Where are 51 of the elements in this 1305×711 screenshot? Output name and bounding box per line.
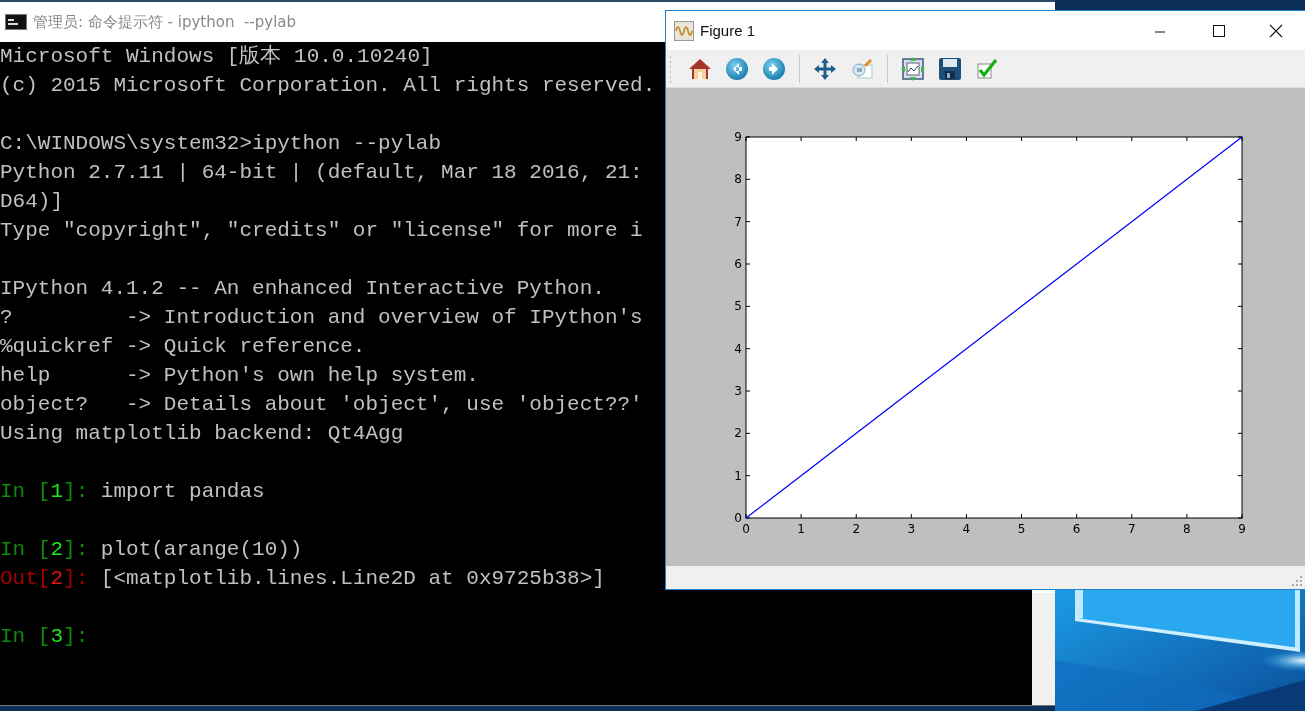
toolbar-grip-icon[interactable] — [669, 53, 672, 84]
console-line: Type "copyright", "credits" or "license" for more i — [0, 218, 643, 244]
tick-label: 2 — [852, 522, 861, 536]
wave-icon — [674, 20, 694, 41]
tick-label: 6 — [734, 257, 742, 271]
tick-label: 8 — [1183, 522, 1191, 536]
console-line: %quickref -> Quick reference. — [0, 334, 366, 360]
console-line: C:\WINDOWS\system32>ipython --pylab — [0, 131, 442, 157]
tick-label: 8 — [734, 172, 742, 187]
tick-label: 3 — [907, 522, 916, 536]
tick-label: 0 — [742, 522, 750, 536]
tick-label: 2 — [734, 426, 742, 441]
window-title: 管理员: 命令提示符 - ipython --pylab — [33, 12, 297, 32]
console-line: In [3]: — [0, 624, 89, 650]
console-line: In [1]: import pandas — [0, 479, 265, 505]
window-title: Figure 1 — [700, 22, 756, 39]
tick-label: 1 — [797, 522, 805, 536]
tick-label: 4 — [962, 522, 971, 536]
console-line: D64)] — [0, 189, 63, 215]
move-icon[interactable] — [813, 56, 837, 81]
home-icon[interactable] — [688, 56, 712, 81]
tick-label: 1 — [734, 468, 742, 483]
tick-label: 0 — [734, 511, 742, 525]
tick-label: 4 — [734, 341, 742, 356]
arrow-left-icon[interactable] — [725, 56, 749, 81]
console-line: Microsoft Windows [版本 10.0.10240] — [0, 43, 433, 70]
tick-label: 7 — [734, 214, 742, 229]
resize-grip-icon[interactable] — [1292, 576, 1302, 586]
magnifier-icon[interactable] — [850, 56, 874, 81]
console-line: object? -> Details about 'object', use 'object??' — [0, 392, 643, 418]
tick-label: 5 — [734, 299, 742, 314]
console-line: In [2]: plot(arange(10)) — [0, 537, 303, 563]
scrollbar-track[interactable] — [1032, 593, 1055, 705]
tick-label: 9 — [1238, 522, 1246, 536]
checkmark-icon[interactable] — [975, 56, 999, 81]
console-line: ? -> Introduction and overview of IPython's — [0, 305, 643, 331]
tick-label: 3 — [734, 384, 742, 398]
console-line: help -> Python's own help system. — [0, 363, 479, 389]
console-line: (c) 2015 Microsoft Corporation. All rights reserved. — [0, 73, 656, 99]
arrow-right-icon[interactable] — [762, 56, 786, 81]
console-line: Python 2.7.11 | 64-bit | (default, Mar 18 2016, 21: — [0, 160, 643, 186]
tick-label: 6 — [1072, 522, 1081, 536]
tick-label: 5 — [1017, 522, 1026, 536]
tick-label: 7 — [1127, 522, 1136, 536]
tick-label: 9 — [734, 130, 742, 144]
save-icon[interactable] — [938, 56, 962, 81]
frame-arrows-icon[interactable] — [901, 56, 925, 81]
console-line: Using matplotlib backend: Qt4Agg — [0, 421, 404, 447]
console-line: Out[2]: [<matplotlib.lines.Line2D at 0x9725b38>] — [0, 566, 605, 592]
console-line: IPython 4.1.2 -- An enhanced Interactive Python. — [0, 276, 605, 302]
console-icon — [5, 14, 27, 30]
